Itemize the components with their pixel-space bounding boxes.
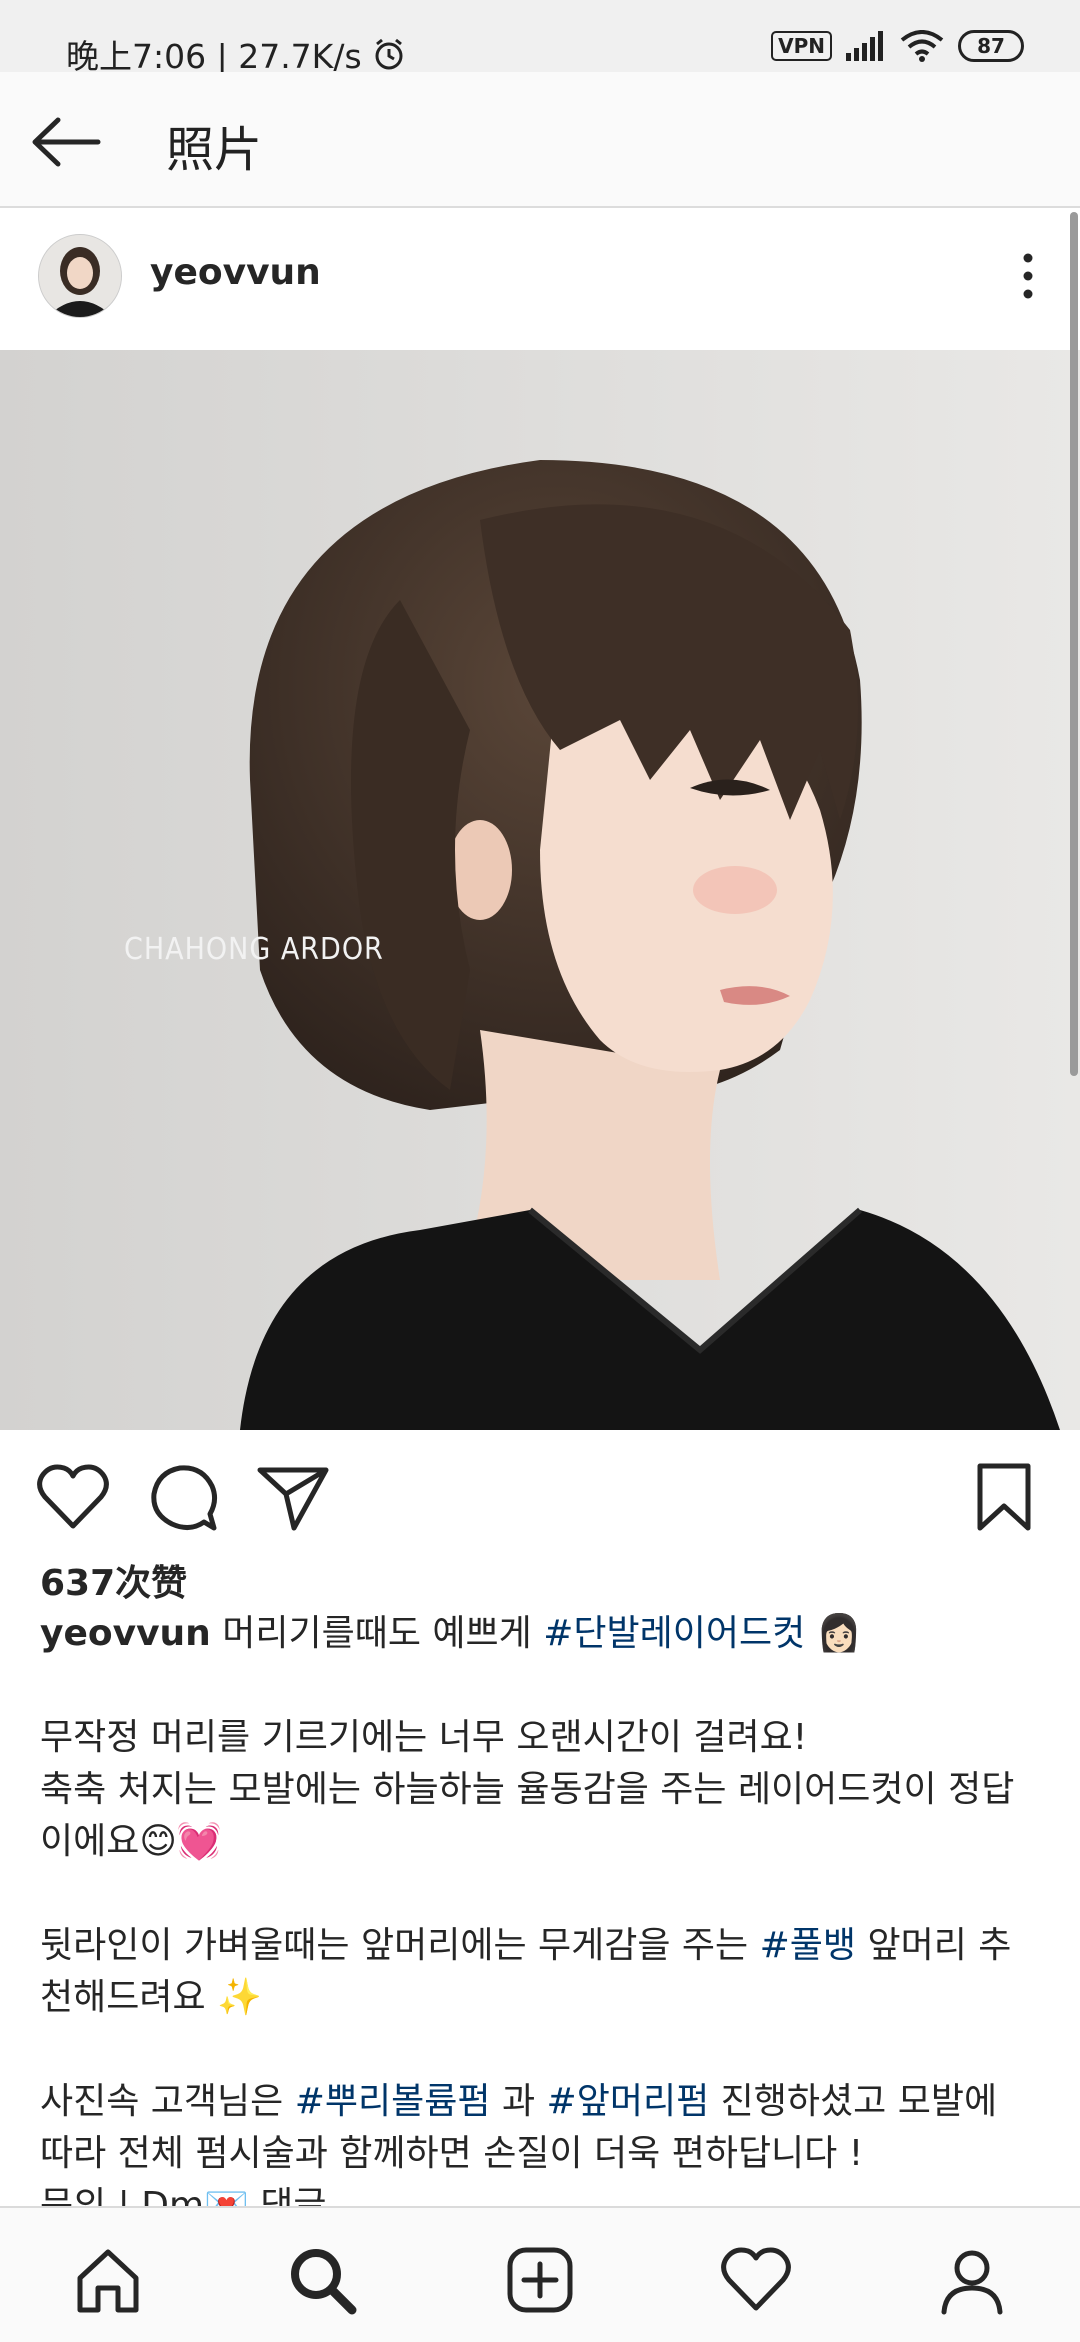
hashtag-link[interactable]: #단발레이어드컷 (543, 1613, 805, 1654)
search-icon (291, 2249, 357, 2315)
send-icon (257, 1467, 329, 1531)
nav-new-post[interactable] (504, 2244, 576, 2316)
bookmark-icon (977, 1463, 1031, 1531)
status-time-speed: 晚上7:06 | 27.7K/s (66, 37, 362, 76)
caption-text: 사진속 고객님은 (40, 2081, 284, 2122)
hashtag-link[interactable]: #풀뱅 (760, 1925, 856, 1966)
avatar[interactable] (38, 234, 122, 318)
share-button[interactable] (256, 1462, 330, 1532)
more-vertical-icon (1023, 253, 1033, 299)
hashtag-link[interactable]: #앞머리펌 (547, 2081, 710, 2122)
add-post-icon (507, 2247, 573, 2313)
post-actions (0, 1432, 1080, 1552)
photo-watermark: CHAHONG ARDOR (124, 932, 384, 967)
battery-indicator: 87 (958, 30, 1024, 62)
emoji: 👩🏻 (816, 1613, 862, 1654)
likes-count[interactable]: 637次赞 (40, 1554, 187, 1606)
profile-icon (941, 2250, 1003, 2315)
alarm-icon (375, 38, 403, 70)
caption-text: 축축 처지는 모발에는 하늘하늘 율동감을 주는 레이어드컷이 정답이에요😊💓 (40, 1769, 1015, 1862)
post-photo[interactable]: CHAHONG ARDOR (0, 350, 1080, 1430)
caption-username[interactable]: yeovvun (40, 1613, 211, 1654)
back-button[interactable] (30, 114, 102, 170)
portrait-image (0, 350, 1080, 1430)
signal-icon (846, 31, 883, 61)
heart-icon (37, 1464, 109, 1529)
post-caption: yeovvun 머리기를때도 예쁘게 #단발레이어드컷 👩🏻 무작정 머리를 기… (40, 1608, 1040, 2232)
nav-home[interactable] (72, 2244, 144, 2316)
status-bar: 晚上7:06 | 27.7K/s VPN 87 (0, 0, 1080, 76)
bottom-nav (0, 2206, 1080, 2342)
nav-profile[interactable] (936, 2244, 1008, 2316)
caption-text: 무작정 머리를 기르기에는 너무 오랜시간이 걸려요! (40, 1717, 808, 1758)
caption-text: 뒷라인이 가벼울때는 앞머리에는 무게감을 주는 (40, 1925, 749, 1966)
post-header: yeovvun (0, 208, 1080, 348)
comment-icon (151, 1465, 218, 1531)
post-username[interactable]: yeovvun (150, 252, 321, 293)
like-button[interactable] (36, 1462, 110, 1532)
heart-icon (721, 2247, 791, 2311)
hashtag-link[interactable]: #뿌리볼륨펌 (295, 2081, 491, 2122)
comment-button[interactable] (146, 1462, 220, 1532)
back-arrow-icon (32, 117, 101, 167)
caption-text: 과 (501, 2081, 536, 2122)
page-title: 照片 (166, 122, 263, 178)
vpn-badge: VPN (771, 31, 832, 61)
wifi-icon (900, 30, 944, 62)
nav-activity[interactable] (720, 2244, 792, 2316)
save-button[interactable] (974, 1462, 1034, 1532)
home-icon (77, 2249, 139, 2313)
scrollbar[interactable] (1070, 212, 1078, 1076)
nav-search[interactable] (286, 2244, 358, 2316)
caption-text: 머리기를때도 예쁘게 (222, 1613, 532, 1654)
more-options-button[interactable] (1018, 250, 1038, 302)
app-bar: 照片 (0, 72, 1080, 208)
